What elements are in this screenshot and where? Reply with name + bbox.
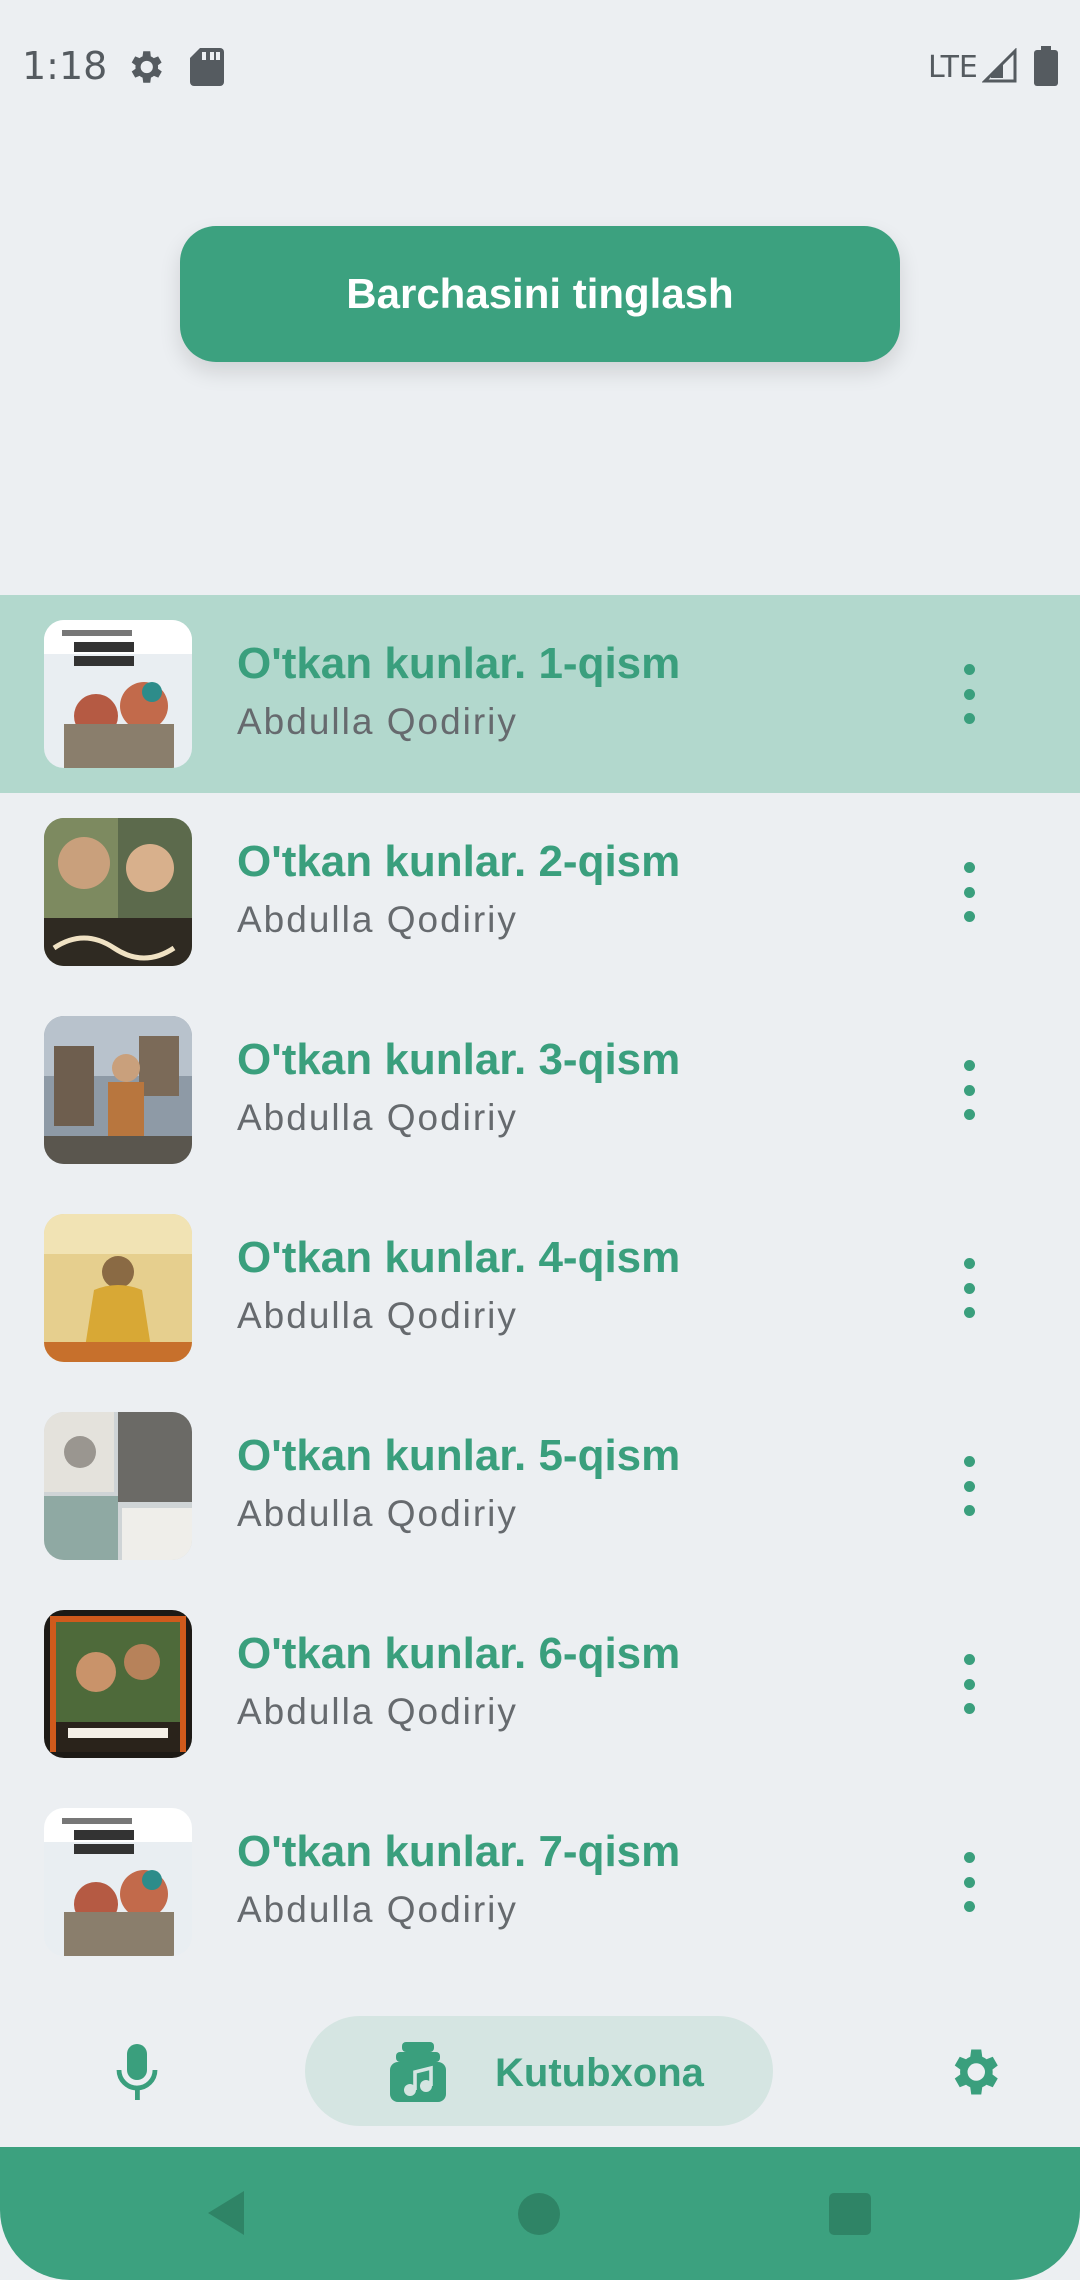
play-all-button[interactable]: Barchasini tinglash xyxy=(180,226,900,362)
track-author: Abdulla Qodiriy xyxy=(237,1889,518,1930)
more-vert-icon[interactable] xyxy=(954,862,984,922)
settings-icon[interactable] xyxy=(944,2042,1004,2102)
battery-icon xyxy=(1034,46,1058,86)
track-title: O'tkan kunlar. 5-qism xyxy=(237,1431,681,1480)
more-vert-icon[interactable] xyxy=(954,1258,984,1318)
music-library-icon xyxy=(390,2042,446,2102)
library-tab[interactable]: Kutubxona xyxy=(305,2016,773,2126)
track-title: O'tkan kunlar. 1-qism xyxy=(237,639,681,688)
recents-icon[interactable] xyxy=(829,2193,871,2235)
track-cover-image xyxy=(44,620,192,768)
track-list: O'tkan kunlar. 1-qism Abdulla Qodiriy O'… xyxy=(0,595,1080,1981)
back-icon[interactable] xyxy=(204,2189,248,2237)
microphone-icon[interactable] xyxy=(112,2042,162,2102)
more-vert-icon[interactable] xyxy=(954,1456,984,1516)
track-title: O'tkan kunlar. 4-qism xyxy=(237,1233,681,1282)
track-author: Abdulla Qodiriy xyxy=(237,1295,518,1336)
track-author: Abdulla Qodiriy xyxy=(237,1691,518,1732)
track-author: Abdulla Qodiriy xyxy=(237,1493,518,1534)
track-item[interactable]: O'tkan kunlar. 5-qism Abdulla Qodiriy xyxy=(0,1387,1080,1585)
network-type-label: LTE xyxy=(928,50,978,85)
track-cover-image xyxy=(44,1808,192,1956)
track-title: O'tkan kunlar. 7-qism xyxy=(237,1827,681,1876)
track-item[interactable]: O'tkan kunlar. 7-qism Abdulla Qodiriy xyxy=(0,1783,1080,1981)
status-time: 1:18 xyxy=(22,44,108,88)
status-bar: 1:18 LTE xyxy=(0,0,1080,135)
signal-icon xyxy=(982,48,1017,83)
track-cover-image xyxy=(44,1412,192,1560)
track-cover-image xyxy=(44,1016,192,1164)
track-cover-image xyxy=(44,1610,192,1758)
track-item[interactable]: O'tkan kunlar. 1-qism Abdulla Qodiriy xyxy=(0,595,1080,793)
track-author: Abdulla Qodiriy xyxy=(237,1097,518,1138)
track-cover-image xyxy=(44,818,192,966)
track-cover-image xyxy=(44,1214,192,1362)
more-vert-icon[interactable] xyxy=(954,1852,984,1912)
home-icon[interactable] xyxy=(518,2193,560,2235)
more-vert-icon[interactable] xyxy=(954,1060,984,1120)
system-navigation-bar xyxy=(0,2147,1080,2280)
library-tab-label: Kutubxona xyxy=(495,2051,704,2095)
settings-notification-icon xyxy=(131,51,162,83)
sd-card-icon xyxy=(190,48,224,86)
app-screen: 1:18 LTE Barchasini tinglash O'tkan kunl… xyxy=(0,0,1080,2280)
bottom-navigation: Kutubxona xyxy=(0,2000,1080,2146)
track-author: Abdulla Qodiriy xyxy=(237,899,518,940)
track-item[interactable]: O'tkan kunlar. 3-qism Abdulla Qodiriy xyxy=(0,991,1080,1189)
track-item[interactable]: O'tkan kunlar. 6-qism Abdulla Qodiriy xyxy=(0,1585,1080,1783)
track-title: O'tkan kunlar. 6-qism xyxy=(237,1629,681,1678)
track-item[interactable]: O'tkan kunlar. 2-qism Abdulla Qodiriy xyxy=(0,793,1080,991)
track-item[interactable]: O'tkan kunlar. 4-qism Abdulla Qodiriy xyxy=(0,1189,1080,1387)
more-vert-icon[interactable] xyxy=(954,1654,984,1714)
track-title: O'tkan kunlar. 2-qism xyxy=(237,837,681,886)
more-vert-icon[interactable] xyxy=(954,664,984,724)
track-title: O'tkan kunlar. 3-qism xyxy=(237,1035,681,1084)
track-author: Abdulla Qodiriy xyxy=(237,701,518,742)
